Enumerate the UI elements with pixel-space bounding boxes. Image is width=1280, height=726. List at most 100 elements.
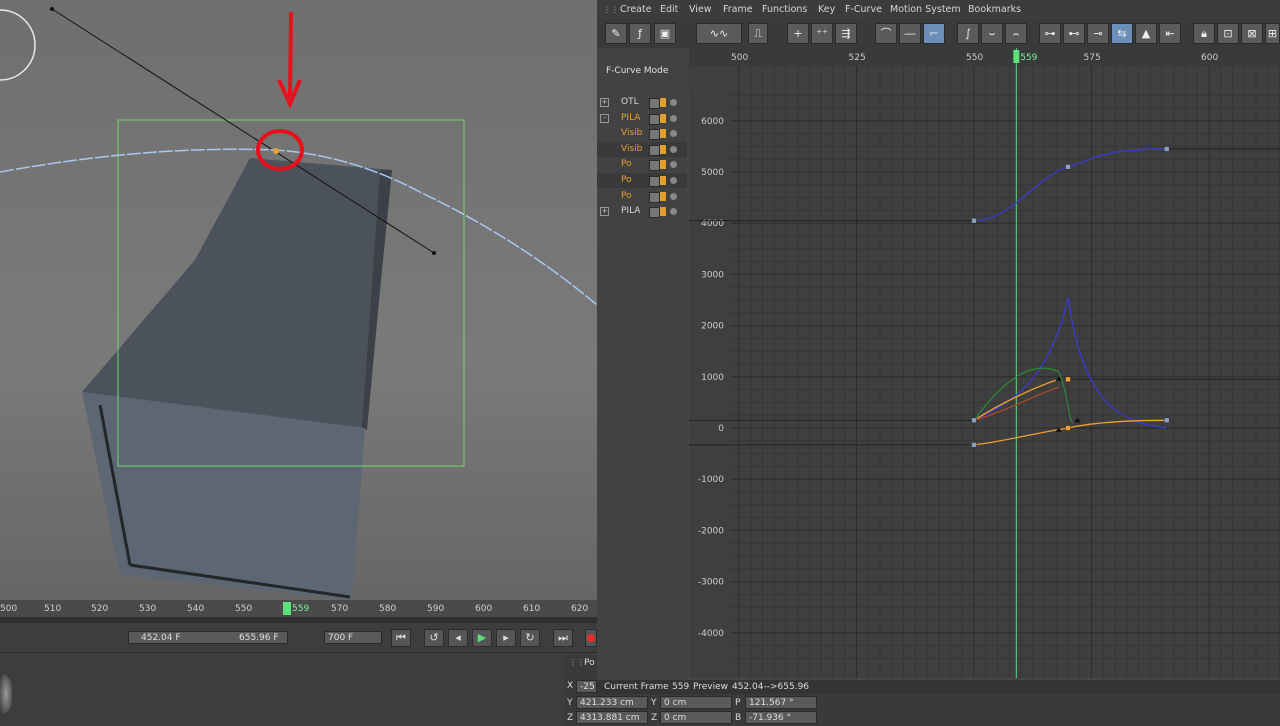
track-solo-icon[interactable]	[670, 114, 677, 122]
next-key-button[interactable]: ↻	[520, 629, 540, 647]
tangent-align-icon[interactable]: ⇆	[1111, 23, 1133, 44]
expand-toggle-icon[interactable]: +	[600, 207, 609, 217]
menu-functions[interactable]: Functions	[762, 4, 807, 15]
track-solo-icon[interactable]	[670, 130, 677, 138]
y-size-value: 0 cm	[664, 698, 687, 708]
snap-icon[interactable]: ⎍	[748, 23, 768, 44]
track-name: Visib	[621, 143, 643, 154]
tangent-break-icon[interactable]: ⊷	[1063, 23, 1085, 44]
track-layer-icon[interactable]	[660, 207, 666, 217]
track-enable-icon[interactable]	[649, 207, 660, 219]
b-rotation-field[interactable]: -71.936 °	[745, 711, 817, 724]
curve-view-icons[interactable]: ∿∿	[696, 23, 742, 44]
track-layer-icon[interactable]	[660, 113, 666, 123]
track-enable-icon[interactable]	[649, 129, 660, 141]
lock-time-icon[interactable]: ⊡	[1217, 23, 1239, 44]
expand-toggle-icon[interactable]: +	[600, 98, 609, 107]
menu-view[interactable]: View	[689, 4, 712, 15]
track-enable-icon[interactable]	[649, 176, 660, 187]
menu-fcurve[interactable]: F-Curve	[845, 4, 882, 15]
track-row[interactable]: + PILA	[597, 204, 687, 219]
menu-frame[interactable]: Frame	[723, 4, 753, 15]
y-size-field[interactable]: 0 cm	[660, 696, 732, 709]
track-layer-icon[interactable]	[660, 191, 666, 201]
expand-toggle-icon[interactable]: -	[600, 113, 609, 123]
track-enable-icon[interactable]	[649, 98, 660, 109]
go-to-end-button[interactable]: ⏭	[553, 629, 573, 647]
track-row[interactable]: + OTL	[597, 95, 687, 110]
fcurve-graph[interactable]: 500 525 550 575 600 6000 5000 4000 3000 2000 1000 0…	[689, 48, 1280, 678]
z-position-field[interactable]: 4313.881 cm	[576, 711, 648, 724]
track-layer-icon[interactable]	[660, 176, 666, 185]
step-back-button[interactable]: ◂	[448, 629, 468, 647]
track-row[interactable]: Po	[597, 189, 687, 204]
preview-label: Preview	[693, 682, 729, 692]
previous-key-button[interactable]: ↺	[424, 629, 444, 647]
z-position-value: 4313.881 cm	[580, 713, 640, 723]
tangent-weight-icon[interactable]: ▲	[1135, 23, 1157, 44]
x-position-field[interactable]: -25	[576, 680, 597, 693]
track-row[interactable]: - PILA	[597, 111, 687, 126]
p-rotation-field[interactable]: 121.567 °	[745, 696, 817, 709]
track-row[interactable]: Po	[597, 157, 687, 172]
keyframe-icon	[971, 217, 977, 224]
value-axis-label: -4000	[698, 629, 724, 639]
more-tools-icon[interactable]: ⊞	[1265, 23, 1280, 44]
z-size-value: 0 cm	[664, 713, 687, 723]
keyframe-track[interactable]	[0, 617, 597, 623]
y-position-field[interactable]: 421.233 cm	[576, 696, 648, 709]
track-solo-icon[interactable]	[670, 192, 677, 200]
preview-range-slider[interactable]: 452.04 F 655.96 F	[128, 631, 288, 644]
lock-tangent-icon[interactable]: ⊠	[1241, 23, 1263, 44]
add-key-icon[interactable]: +	[787, 23, 809, 44]
ease-in-icon[interactable]: ∫	[957, 23, 979, 44]
end-frame-value: 700 F	[328, 633, 354, 643]
z-size-field[interactable]: 0 cm	[660, 711, 732, 724]
tangent-lock-icon[interactable]: ⊸	[1087, 23, 1109, 44]
fcurve-mode-icon[interactable]: ƒ	[629, 23, 651, 44]
go-to-start-button[interactable]: ⏮	[391, 629, 411, 647]
ruler-tick: 600	[475, 604, 493, 614]
lock-value-icon[interactable]: 🔒︎	[1193, 23, 1215, 44]
menu-bookmarks[interactable]: Bookmarks	[968, 4, 1021, 15]
track-enable-icon[interactable]	[649, 113, 660, 125]
end-frame-field[interactable]: 700 F	[324, 631, 382, 644]
track-enable-icon[interactable]	[649, 144, 660, 156]
track-layer-icon[interactable]	[660, 98, 666, 107]
material-ball-icon[interactable]	[0, 674, 12, 714]
track-layer-icon[interactable]	[660, 160, 666, 170]
track-row[interactable]: Visib	[597, 141, 687, 157]
track-solo-icon[interactable]	[670, 177, 677, 184]
track-solo-icon[interactable]	[670, 161, 677, 169]
menu-create[interactable]: Create	[620, 4, 652, 15]
track-name: Po	[621, 159, 632, 170]
track-enable-icon[interactable]	[649, 160, 660, 172]
menu-motion-system[interactable]: Motion System	[890, 4, 961, 15]
linear-icon[interactable]: ―	[899, 23, 921, 44]
play-button[interactable]: ▶	[472, 629, 492, 647]
track-row[interactable]: Po	[597, 173, 687, 188]
track-solo-icon[interactable]	[670, 208, 677, 216]
step-forward-button[interactable]: ▸	[496, 629, 516, 647]
spline-icon[interactable]: ⌒	[875, 23, 897, 44]
3d-viewport[interactable]	[0, 0, 597, 600]
record-button[interactable]: ●	[585, 629, 597, 647]
tangent-zero-icon[interactable]: ⇤	[1159, 23, 1181, 44]
tangent-tool-icon[interactable]: ⊶	[1039, 23, 1061, 44]
step-icon[interactable]: ⌐	[923, 23, 945, 44]
ease-both-icon[interactable]: ⌢	[1005, 23, 1027, 44]
key-stack-icon[interactable]: ⇶	[835, 23, 857, 44]
track-row[interactable]: Visib	[597, 126, 687, 141]
track-solo-icon[interactable]	[670, 145, 677, 153]
track-layer-icon[interactable]	[660, 144, 666, 154]
timeline-playhead[interactable]	[283, 602, 291, 615]
menu-edit[interactable]: Edit	[660, 4, 678, 15]
add-keys-icon[interactable]: ⁺⁺	[811, 23, 833, 44]
track-solo-icon[interactable]	[670, 99, 677, 106]
ease-out-icon[interactable]: ⌣	[981, 23, 1003, 44]
menu-key[interactable]: Key	[818, 4, 835, 15]
key-mode-icon[interactable]: ✎	[605, 23, 627, 44]
track-layer-icon[interactable]	[660, 129, 666, 139]
track-enable-icon[interactable]	[649, 191, 660, 203]
ripple-mode-icon[interactable]: ▣	[654, 23, 676, 44]
